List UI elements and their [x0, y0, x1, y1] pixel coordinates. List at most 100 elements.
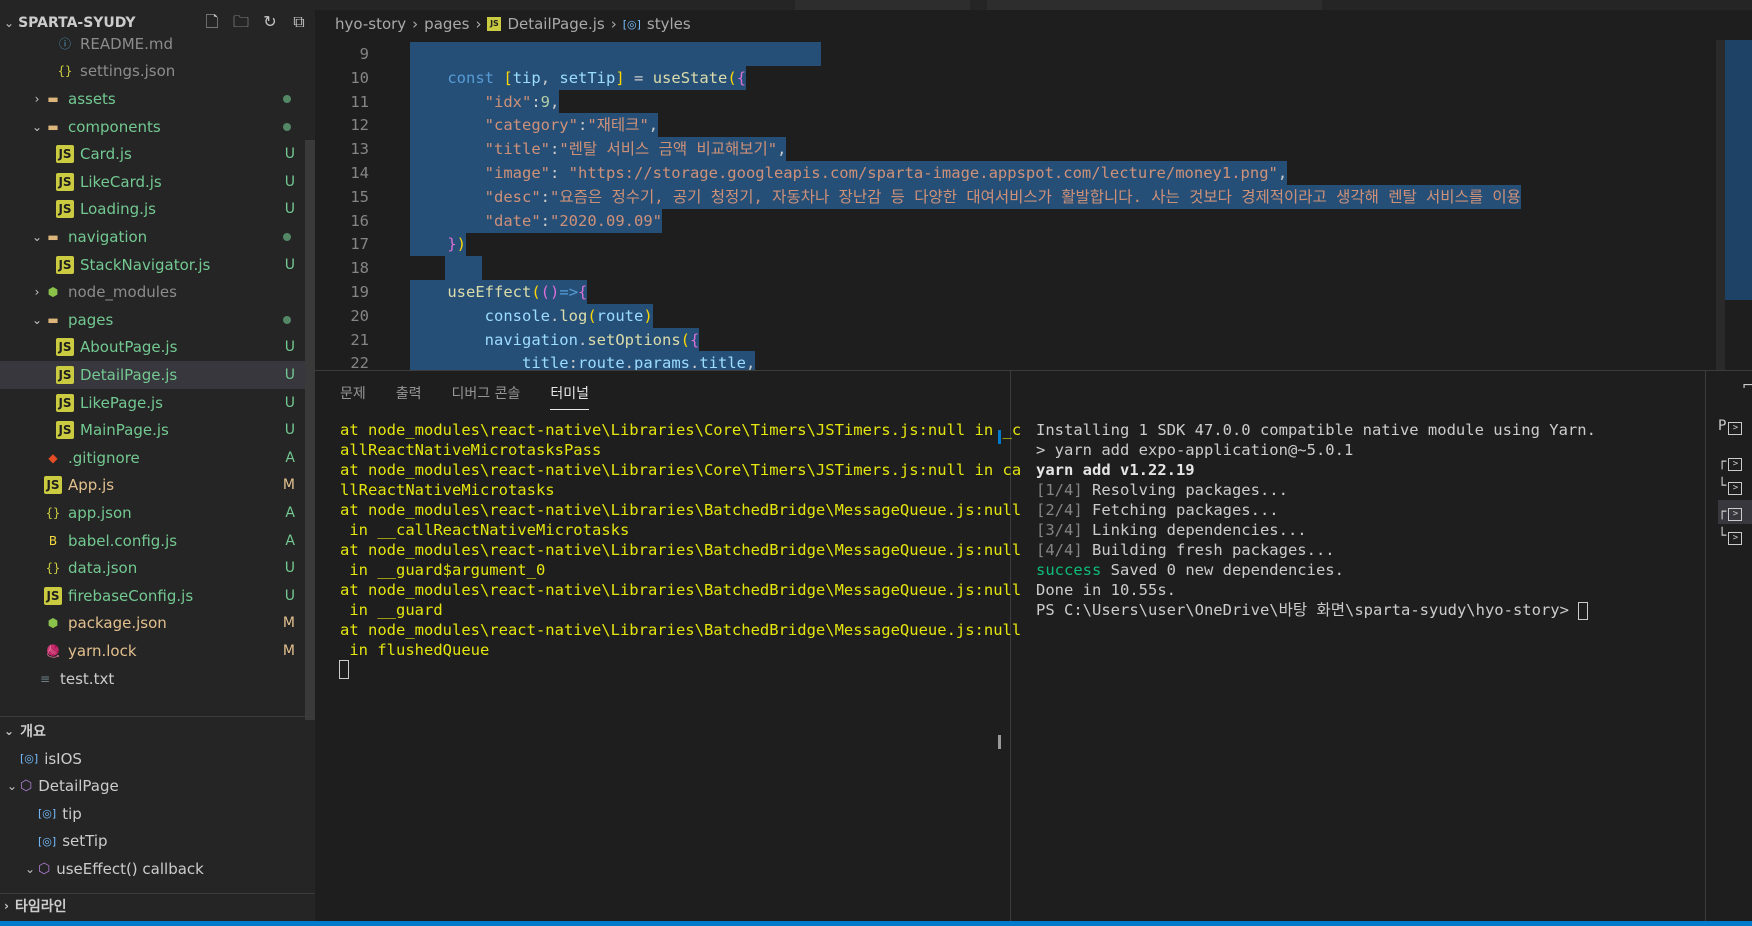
tree-item-label: Loading.js: [80, 200, 156, 219]
outline-item-label: setTip: [62, 832, 108, 850]
code-line[interactable]: "desc":"요즘은 정수기, 공기 청정기, 자동차나 장난감 등 다양한 …: [410, 184, 1521, 209]
tree-item[interactable]: ⓘ README.md: [0, 30, 305, 58]
tree-item[interactable]: JS firebaseConfig.js U: [0, 582, 305, 610]
new-folder-icon[interactable]: 🗀: [231, 12, 251, 32]
tree-item[interactable]: JS AboutPage.js U: [0, 334, 305, 362]
new-file-icon[interactable]: 🗋: [202, 12, 222, 32]
terminal-line: at node_modules\react-native\Libraries\C…: [340, 461, 1022, 479]
json-file-icon: {}: [57, 64, 73, 79]
tree-item[interactable]: ⌄ ▬ pages: [0, 306, 305, 334]
tree-item[interactable]: JS Card.js U: [0, 140, 305, 168]
terminal-instance[interactable]: └ >: [1718, 474, 1752, 498]
code-line[interactable]: "image": "https://storage.googleapis.com…: [410, 161, 1288, 185]
minimap[interactable]: [1725, 40, 1752, 300]
breadcrumb-folder[interactable]: pages: [424, 15, 469, 33]
tree-item[interactable]: Bbabel.config.js A: [0, 527, 305, 555]
info-icon: ⓘ: [58, 36, 71, 51]
tree-item[interactable]: {} settings.json: [0, 58, 305, 86]
terminal-instance[interactable]: ┌ >: [1718, 450, 1752, 474]
more-actions-icon[interactable]: ⌐: [1742, 378, 1752, 394]
outline-item[interactable]: ⌄ ⬡ DetailPage: [4, 773, 119, 800]
tree-item-label: Card.js: [80, 145, 132, 164]
tree-item[interactable]: ⌄ ▬ components: [0, 113, 305, 141]
code-line[interactable]: [445, 256, 483, 281]
outline-item[interactable]: [◎] isIOS: [20, 745, 82, 772]
tree-item[interactable]: JS MainPage.js U: [0, 416, 305, 444]
panel-tab[interactable]: 디버그 콘솔: [452, 383, 521, 410]
code-line[interactable]: title:route.params.title,: [410, 351, 756, 370]
terminal-list-divider[interactable]: [1705, 370, 1706, 923]
tree-item[interactable]: {} app.json A: [0, 499, 305, 527]
code-line[interactable]: navigation.setOptions({: [410, 327, 700, 352]
line-number: 18: [350, 259, 369, 278]
tree-item[interactable]: ≡ test.txt: [0, 665, 305, 693]
code-editor[interactable]: 9 10 const [tip, setTip] = useState({11 …: [315, 40, 1752, 370]
code-line[interactable]: [410, 42, 821, 66]
breadcrumb-symbol[interactable]: styles: [647, 15, 691, 33]
editor-scrollbar[interactable]: [1716, 40, 1725, 370]
tree-item-label: babel.config.js: [68, 531, 178, 550]
code-line[interactable]: const [tip, setTip] = useState({: [410, 65, 747, 90]
tree-item[interactable]: JS LikePage.js U: [0, 389, 305, 417]
js-file-icon: JS: [56, 200, 74, 219]
terminal-instance[interactable]: P >: [1718, 414, 1752, 438]
tree-item-label: data.json: [68, 559, 138, 578]
terminal-prefix: success: [1036, 561, 1102, 579]
panel-tab[interactable]: 문제: [340, 383, 366, 410]
terminal-instance[interactable]: ┌ >: [1718, 500, 1752, 524]
timeline-header[interactable]: › 타임라인: [0, 893, 315, 917]
tree-item[interactable]: JS StackNavigator.js U: [0, 251, 305, 279]
git-status-badge: U: [284, 256, 295, 273]
tree-item[interactable]: 🧶 yarn.lock M: [0, 637, 305, 665]
terminal-icon: >: [1728, 422, 1743, 435]
terminal-instance[interactable]: └ >: [1718, 524, 1752, 548]
terminal-line: allReactNativeMicrotasksPass: [340, 441, 602, 459]
explorer-actions: 🗋 🗀 ↻ ⧉: [202, 12, 309, 32]
terminal-left[interactable]: at node_modules\react-native\Libraries\C…: [340, 420, 1021, 660]
tree-item[interactable]: {} data.json U: [0, 554, 305, 582]
panel-tab[interactable]: 출력: [396, 383, 422, 410]
breadcrumb-root[interactable]: hyo-story: [335, 15, 406, 33]
tree-item[interactable]: ⬢ package.json M: [0, 610, 305, 638]
terminal-cursor: [1578, 601, 1589, 620]
refresh-icon[interactable]: ↻: [260, 12, 280, 32]
outline-item[interactable]: [◎] tip: [38, 800, 82, 827]
git-status-badge: U: [284, 201, 295, 218]
tree-item-label: DetailPage.js: [80, 365, 178, 384]
code-line[interactable]: "title":"렌탈 서비스 금액 비교해보기",: [410, 137, 787, 162]
terminal-right[interactable]: Installing 1 SDK 47.0.0 compatible nativ…: [1036, 420, 1596, 620]
code-line[interactable]: "category":"재테크",: [410, 113, 659, 138]
tree-guide-glyph: ┌: [1718, 504, 1727, 520]
tree-item[interactable]: ⌄ ▬ navigation: [0, 223, 305, 251]
panel-tab[interactable]: 터미널: [550, 383, 590, 410]
code-line[interactable]: useEffect(()=>{: [410, 280, 588, 304]
outline-item[interactable]: [◎] setTip: [38, 828, 108, 855]
tree-item[interactable]: JS App.js M: [0, 472, 305, 500]
tree-item[interactable]: › ▬ assets: [0, 85, 305, 113]
tree-item-label: LikePage.js: [80, 393, 163, 412]
tree-item[interactable]: JS Loading.js U: [0, 196, 305, 224]
chevron-down-icon: ⌄: [4, 724, 15, 738]
tree-item[interactable]: › ⬢ node_modules: [0, 278, 305, 306]
terminal-prefix: [2/4]: [1036, 501, 1083, 519]
tree-item[interactable]: JS LikeCard.js U: [0, 168, 305, 196]
terminal-line: [3/4] Linking dependencies...: [1036, 520, 1596, 540]
breadcrumb-file[interactable]: DetailPage.js: [507, 15, 604, 33]
outline-item[interactable]: ⌄ ⬡ useEffect() callback: [22, 855, 204, 882]
code-line[interactable]: console.log(route): [410, 303, 653, 328]
tree-item[interactable]: JS DetailPage.js U: [0, 361, 305, 389]
breadcrumb-separator-icon: ›: [475, 15, 482, 33]
code-line[interactable]: "idx":9,: [410, 89, 560, 114]
sidebar-scrollbar[interactable]: [305, 140, 315, 720]
status-dot: [283, 94, 291, 103]
status-bar: [0, 921, 1752, 926]
collapse-icon[interactable]: ⧉: [289, 12, 309, 32]
tree-guide-glyph: └: [1718, 528, 1727, 544]
code-line[interactable]: }): [410, 232, 467, 257]
terminal-line: at node_modules\react-native\Libraries\B…: [340, 541, 1022, 559]
outline-header[interactable]: ⌄ 개요: [0, 717, 315, 745]
git-status-badge: M: [282, 615, 295, 632]
variable-icon: [◎]: [20, 752, 39, 765]
tree-item[interactable]: ◆ .gitignore A: [0, 444, 305, 472]
code-line[interactable]: "date":"2020.09.09": [410, 208, 662, 233]
